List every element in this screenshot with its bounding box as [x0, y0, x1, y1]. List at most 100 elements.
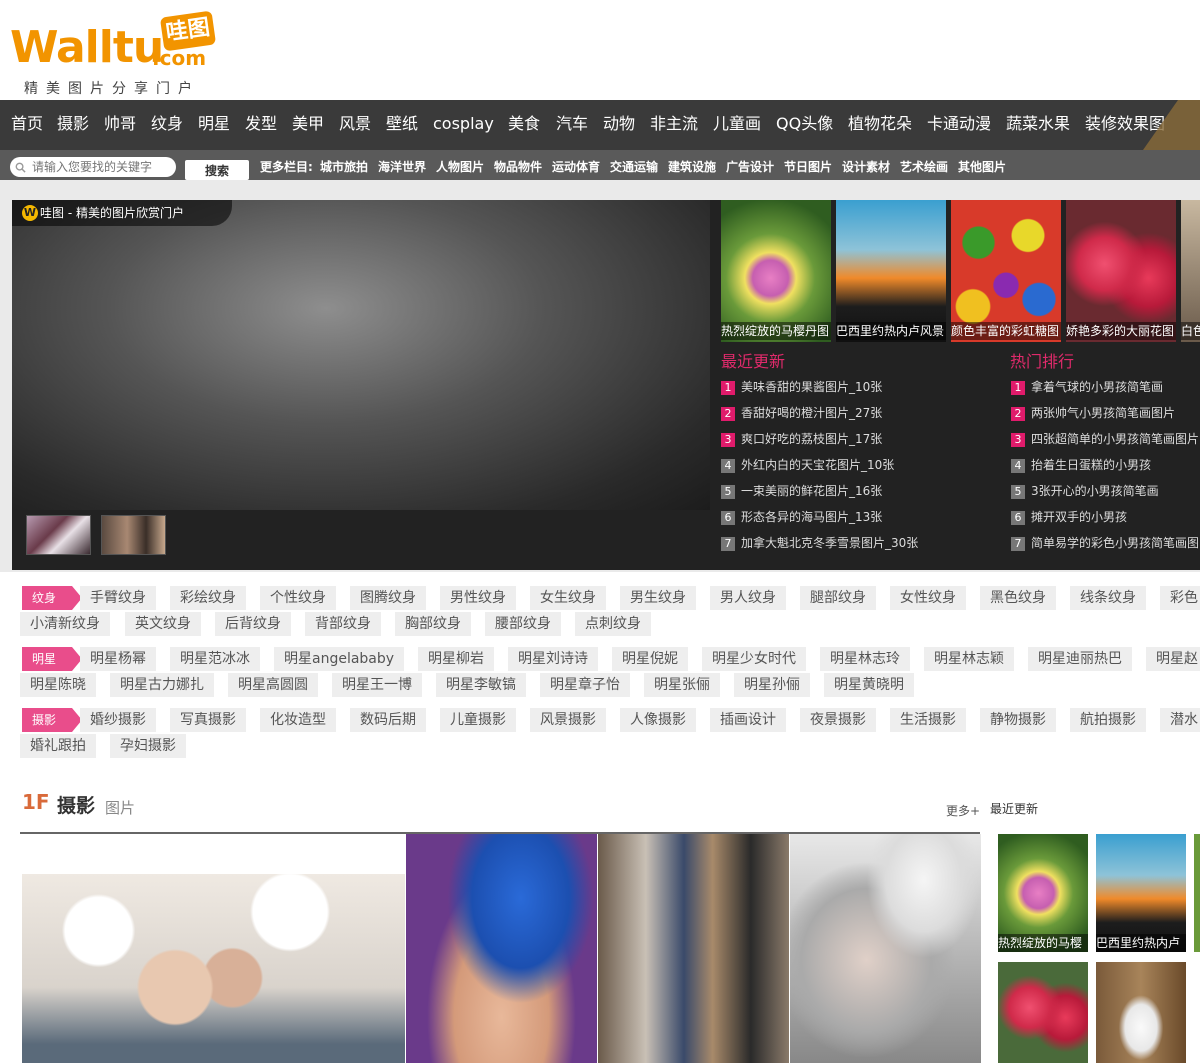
- tag[interactable]: 化妆造型: [260, 708, 336, 732]
- tag[interactable]: 胸部纹身: [395, 612, 471, 636]
- tag[interactable]: 明星倪妮: [612, 647, 688, 671]
- more-link-city[interactable]: 城市旅拍: [320, 158, 368, 175]
- recent-card[interactable]: [1096, 962, 1186, 1063]
- hot-item[interactable]: 3 四张超简单的小男孩简笔画图片: [1011, 430, 1199, 447]
- tag[interactable]: 孕妇摄影: [110, 734, 186, 758]
- tag[interactable]: 明星李敏镐: [436, 673, 526, 697]
- top-card[interactable]: 巴西里约热内卢风景: [836, 200, 946, 342]
- tag[interactable]: 明星柳岩: [418, 647, 494, 671]
- nav-item-nails[interactable]: 美甲: [292, 100, 324, 150]
- tag[interactable]: 明星高圆圆: [228, 673, 318, 697]
- top-card[interactable]: 白色: [1181, 200, 1200, 342]
- tag[interactable]: 明星范冰冰: [170, 647, 260, 671]
- latest-item[interactable]: 5 一束美丽的鲜花图片_16张: [721, 482, 882, 499]
- tag[interactable]: 明星赵: [1146, 647, 1200, 671]
- latest-item[interactable]: 6 形态各异的海马图片_13张: [721, 508, 882, 525]
- tag[interactable]: 明星杨幂: [80, 647, 156, 671]
- nav-item-wallpaper[interactable]: 壁纸: [386, 100, 418, 150]
- slide-thumbnail[interactable]: [101, 515, 166, 555]
- more-link-festival[interactable]: 节日图片: [784, 158, 832, 175]
- recent-card[interactable]: [998, 962, 1088, 1063]
- latest-item[interactable]: 4 外红内白的天宝花图片_10张: [721, 456, 894, 473]
- nav-item-animals[interactable]: 动物: [603, 100, 635, 150]
- tag[interactable]: 明星林志玲: [820, 647, 910, 671]
- nav-item-kids-drawing[interactable]: 儿童画: [713, 100, 761, 150]
- latest-item[interactable]: 3 爽口好吃的荔枝图片_17张: [721, 430, 882, 447]
- hot-item[interactable]: 4 抬着生日蛋糕的小男孩: [1011, 456, 1151, 473]
- latest-item[interactable]: 7 加拿大魁北克冬季雪景图片_30张: [721, 534, 918, 551]
- nav-item-hairstyle[interactable]: 发型: [245, 100, 277, 150]
- tag[interactable]: 男生纹身: [620, 586, 696, 610]
- tag[interactable]: 明星刘诗诗: [508, 647, 598, 671]
- more-link-ads[interactable]: 广告设计: [726, 158, 774, 175]
- tag[interactable]: 明星迪丽热巴: [1028, 647, 1132, 671]
- top-card[interactable]: 颜色丰富的彩虹糖图: [951, 200, 1061, 342]
- nav-item-cosplay[interactable]: cosplay: [433, 100, 494, 150]
- hot-item[interactable]: 7 简单易学的彩色小男孩简笔画图: [1011, 534, 1199, 551]
- hot-item[interactable]: 1 拿着气球的小男孩简笔画: [1011, 378, 1163, 395]
- nav-item-celebrity[interactable]: 明星: [198, 100, 230, 150]
- tag[interactable]: 婚礼跟拍: [20, 734, 96, 758]
- slide-image[interactable]: [12, 200, 710, 510]
- tag[interactable]: 明星王一博: [332, 673, 422, 697]
- tag[interactable]: 明星古力娜扎: [110, 673, 214, 697]
- nav-item-scenery[interactable]: 风景: [339, 100, 371, 150]
- tag[interactable]: 明星陈晓: [20, 673, 96, 697]
- tag[interactable]: 静物摄影: [980, 708, 1056, 732]
- tag[interactable]: 彩绘纹身: [170, 586, 246, 610]
- nav-item-fruits[interactable]: 蔬菜水果: [1006, 100, 1070, 150]
- recent-card[interactable]: [1194, 834, 1200, 952]
- tag[interactable]: 男性纹身: [440, 586, 516, 610]
- tag[interactable]: 彩色: [1160, 586, 1200, 610]
- tag[interactable]: 插画设计: [710, 708, 786, 732]
- baby-photo[interactable]: [406, 834, 597, 1063]
- more-link-art[interactable]: 艺术绘画: [900, 158, 948, 175]
- recent-card[interactable]: 热烈绽放的马樱: [998, 834, 1088, 952]
- tag[interactable]: 明星张俪: [644, 673, 720, 697]
- nav-item-food[interactable]: 美食: [508, 100, 540, 150]
- latest-item[interactable]: 2 香甜好喝的橙汁图片_27张: [721, 404, 882, 421]
- nav-item-cartoon[interactable]: 卡通动漫: [927, 100, 991, 150]
- tag[interactable]: 男人纹身: [710, 586, 786, 610]
- tag[interactable]: 英文纹身: [125, 612, 201, 636]
- tag[interactable]: 儿童摄影: [440, 708, 516, 732]
- tag[interactable]: 点刺纹身: [575, 612, 651, 636]
- mask-portrait-photo[interactable]: [790, 834, 981, 1063]
- more-link-ocean[interactable]: 海洋世界: [378, 158, 426, 175]
- tag[interactable]: 女生纹身: [530, 586, 606, 610]
- tag[interactable]: 人像摄影: [620, 708, 696, 732]
- search-button[interactable]: 搜索: [185, 160, 249, 180]
- nav-item-handsome[interactable]: 帅哥: [104, 100, 136, 150]
- tag[interactable]: 明星林志颖: [924, 647, 1014, 671]
- floor-more-link[interactable]: 更多+: [946, 802, 980, 819]
- tag[interactable]: 后背纹身: [215, 612, 291, 636]
- tag[interactable]: 写真摄影: [170, 708, 246, 732]
- nav-item-cars[interactable]: 汽车: [556, 100, 588, 150]
- nav-item-tattoo[interactable]: 纹身: [151, 100, 183, 150]
- latest-item[interactable]: 1 美味香甜的果酱图片_10张: [721, 378, 882, 395]
- tag[interactable]: 小清新纹身: [20, 612, 110, 636]
- tag[interactable]: 明星章子怡: [540, 673, 630, 697]
- more-link-sports[interactable]: 运动体育: [552, 158, 600, 175]
- tag[interactable]: 明星少女时代: [702, 647, 806, 671]
- nav-item-flowers[interactable]: 植物花朵: [848, 100, 912, 150]
- nav-item-home[interactable]: 首页: [11, 100, 43, 150]
- tag[interactable]: 数码后期: [350, 708, 426, 732]
- tag[interactable]: 航拍摄影: [1070, 708, 1146, 732]
- tag[interactable]: 明星angelababy: [274, 647, 405, 671]
- tag[interactable]: 明星黄晓明: [824, 673, 914, 697]
- wedding-photo[interactable]: [22, 874, 405, 1063]
- more-link-transport[interactable]: 交通运输: [610, 158, 658, 175]
- recent-card[interactable]: 巴西里约热内卢: [1096, 834, 1186, 952]
- hot-item[interactable]: 2 两张帅气小男孩简笔画图片: [1011, 404, 1175, 421]
- hot-item[interactable]: 5 3张开心的小男孩简笔画: [1011, 482, 1159, 499]
- tag[interactable]: 腰部纹身: [485, 612, 561, 636]
- top-card[interactable]: 热烈绽放的马樱丹图: [721, 200, 831, 342]
- more-link-objects[interactable]: 物品物件: [494, 158, 542, 175]
- tag[interactable]: 婚纱摄影: [80, 708, 156, 732]
- slide-thumbnail[interactable]: [26, 515, 91, 555]
- nav-item-qq-avatar[interactable]: QQ头像: [776, 100, 833, 150]
- search-input[interactable]: [10, 157, 176, 177]
- nav-item-nonmainstream[interactable]: 非主流: [650, 100, 698, 150]
- tag[interactable]: 个性纹身: [260, 586, 336, 610]
